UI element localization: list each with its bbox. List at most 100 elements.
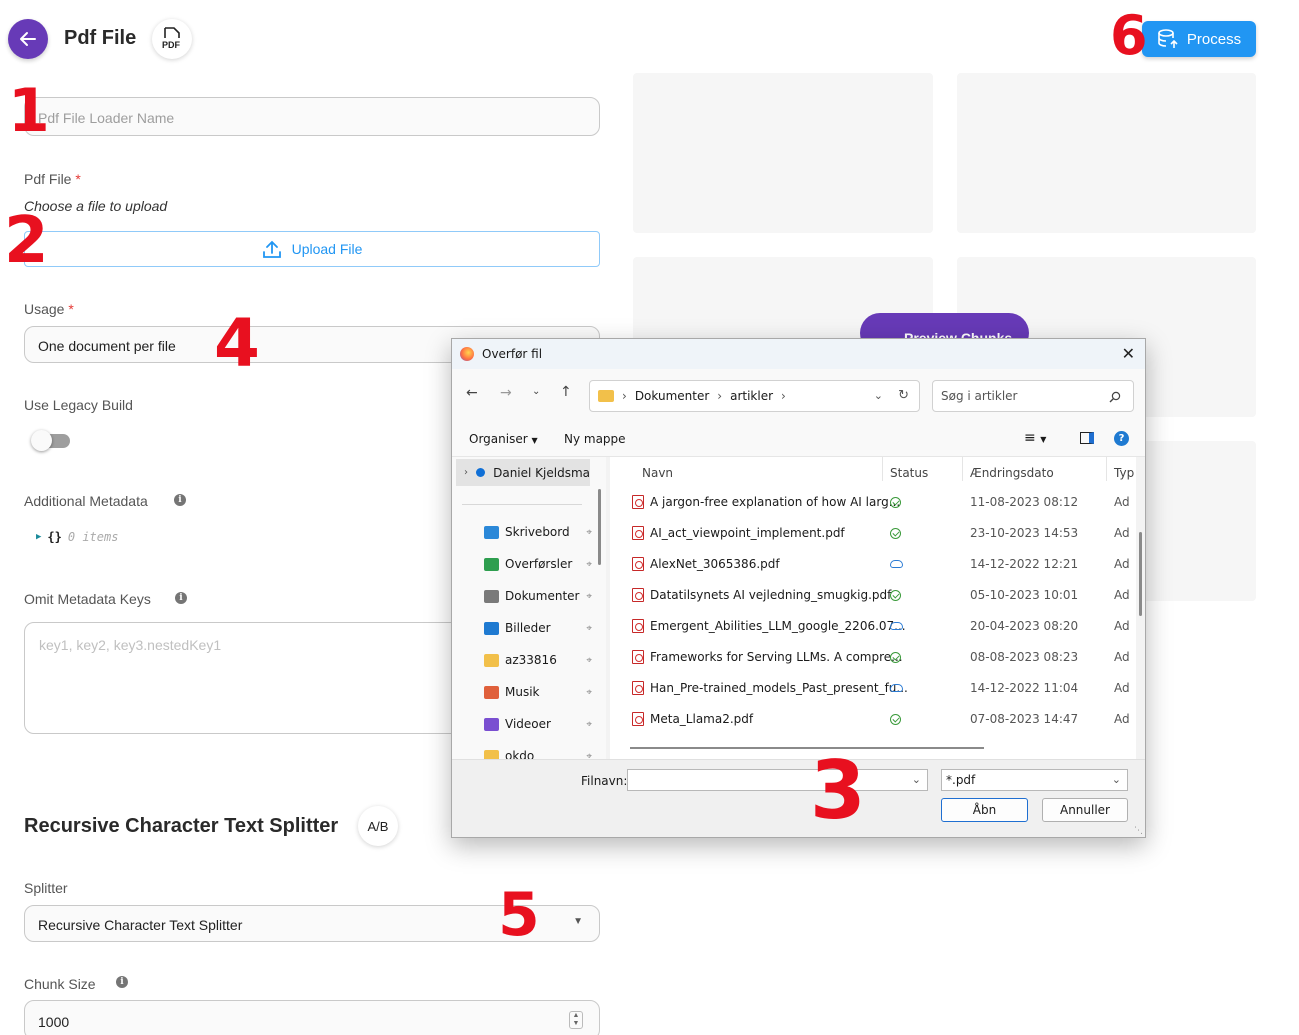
- pin-icon[interactable]: ⌖: [586, 687, 592, 698]
- number-stepper-icon[interactable]: ▲ ▼: [569, 1011, 583, 1029]
- upload-icon: [262, 240, 281, 258]
- file-row[interactable]: Emergent_Abilities_LLM_google_2206.07...…: [610, 611, 1136, 642]
- nav-up-icon[interactable]: ↑: [560, 384, 572, 400]
- expand-caret-icon[interactable]: ▶: [36, 532, 41, 542]
- pin-icon[interactable]: ⌖: [586, 751, 592, 760]
- file-name: Meta_Llama2.pdf: [650, 712, 754, 726]
- legacy-build-label: Use Legacy Build: [24, 397, 133, 413]
- dialog-bottom-bar: Filnavn: ⌄ *.pdf ⌄ Åbn Annuller ⋱: [452, 759, 1145, 837]
- nav-back-icon[interactable]: ←: [466, 385, 478, 401]
- back-button[interactable]: [8, 19, 48, 59]
- pin-icon[interactable]: ⌖: [586, 559, 592, 570]
- videos-icon: [484, 717, 499, 731]
- dropdown-caret-icon[interactable]: ▼: [573, 916, 583, 927]
- onedrive-icon: [476, 468, 486, 477]
- nav-root-item[interactable]: › Daniel Kjeldsma: [456, 459, 590, 486]
- metadata-json-viewer[interactable]: ▶ {} 0 items: [36, 530, 118, 544]
- page-title: Pdf File: [64, 27, 137, 49]
- nav-forward-icon[interactable]: →: [500, 385, 512, 401]
- cancel-button[interactable]: Annuller: [1042, 798, 1128, 822]
- upload-file-button[interactable]: Upload File: [24, 231, 600, 267]
- preview-skeleton-2: [957, 73, 1256, 233]
- info-icon[interactable]: i: [116, 976, 128, 988]
- column-type[interactable]: Typ: [1114, 461, 1134, 485]
- file-row[interactable]: Datatilsynets AI vejledning_smugkig.pdf 0…: [610, 580, 1136, 611]
- nav-item-videoer[interactable]: Videoer ⌖: [484, 717, 592, 731]
- music-icon: [484, 685, 499, 699]
- column-name[interactable]: Navn: [642, 461, 673, 485]
- file-type: Ad: [1114, 588, 1130, 602]
- nav-item-skrivebord[interactable]: Skrivebord ⌖: [484, 525, 592, 539]
- chunk-size-input[interactable]: 1000 ▲ ▼: [24, 1000, 600, 1035]
- file-type: Ad: [1114, 650, 1130, 664]
- omit-keys-placeholder: key1, key2, key3.nestedKey1: [39, 637, 222, 653]
- download-icon: [484, 557, 499, 571]
- breadcrumb-documents[interactable]: Dokumenter: [635, 389, 709, 403]
- synced-check-icon: [890, 714, 901, 725]
- column-status[interactable]: Status: [890, 461, 928, 485]
- file-row[interactable]: Frameworks for Serving LLMs. A compre...…: [610, 642, 1136, 673]
- close-icon[interactable]: ✕: [1122, 344, 1135, 363]
- filter-dropdown-icon[interactable]: ⌄: [1112, 773, 1121, 786]
- legacy-build-toggle-thumb[interactable]: [31, 430, 52, 451]
- breadcrumb-artikler[interactable]: artikler: [730, 389, 773, 403]
- file-date: 08-08-2023 08:23: [970, 650, 1079, 664]
- address-dropdown-icon[interactable]: ⌄: [874, 389, 883, 402]
- organize-menu[interactable]: Organiser ▼: [469, 432, 538, 446]
- nav-item-okdo[interactable]: okdo ⌖: [484, 749, 592, 759]
- column-date[interactable]: Ændringsdato: [970, 461, 1054, 485]
- nav-recent-icon[interactable]: ⌄: [532, 386, 540, 397]
- filename-input[interactable]: ⌄: [627, 769, 928, 791]
- nav-item-overførsler[interactable]: Overførsler ⌖: [484, 557, 592, 571]
- file-type: Ad: [1114, 712, 1130, 726]
- file-row[interactable]: AI_act_viewpoint_implement.pdf 23-10-2023…: [610, 518, 1136, 549]
- pin-icon[interactable]: ⌖: [586, 591, 592, 602]
- file-list-scrollbar[interactable]: [1136, 457, 1145, 759]
- dialog-nav-row: ← → ⌄ ↑ › Dokumenter › artikler › ⌄ ↻ Sø…: [452, 369, 1145, 421]
- file-row[interactable]: Meta_Llama2.pdf 07-08-2023 14:47 Ad: [610, 704, 1136, 735]
- pin-icon[interactable]: ⌖: [586, 719, 592, 730]
- info-icon[interactable]: i: [175, 592, 187, 604]
- usage-label: Usage *: [24, 301, 74, 317]
- file-row[interactable]: Han_Pre-trained_models_Past_present_fu..…: [610, 673, 1136, 704]
- file-type-filter[interactable]: *.pdf ⌄: [941, 769, 1128, 791]
- file-open-dialog[interactable]: Overfør fil ✕ ← → ⌄ ↑ › Dokumenter › art…: [451, 338, 1146, 838]
- address-bar[interactable]: › Dokumenter › artikler › ⌄ ↻: [589, 380, 920, 412]
- info-icon[interactable]: i: [174, 494, 186, 506]
- pin-icon[interactable]: ⌖: [586, 527, 592, 538]
- file-list: Navn ˆ Status Ændringsdato Typ A jargon-…: [610, 457, 1136, 759]
- search-input[interactable]: Søg i artikler: [932, 380, 1134, 412]
- preview-pane-icon[interactable]: [1080, 432, 1094, 444]
- loader-name-input[interactable]: Pdf File Loader Name: [24, 97, 600, 136]
- process-button[interactable]: Process: [1142, 21, 1256, 57]
- view-options-icon[interactable]: ≡ ▼: [1024, 430, 1046, 446]
- new-folder-button[interactable]: Ny mappe: [564, 432, 626, 446]
- nav-item-az33816[interactable]: az33816 ⌖: [484, 653, 592, 667]
- file-date: 05-10-2023 10:01: [970, 588, 1079, 602]
- pin-icon[interactable]: ⌖: [586, 623, 592, 634]
- nav-scrollbar[interactable]: [598, 489, 601, 565]
- annotation-number: 5: [498, 880, 540, 950]
- dialog-titlebar[interactable]: Overfør fil ✕: [452, 339, 1145, 369]
- folder-icon: [598, 390, 614, 402]
- annotation-number: 3: [810, 744, 866, 837]
- pin-icon[interactable]: ⌖: [586, 655, 592, 666]
- file-type: Ad: [1114, 526, 1130, 540]
- nav-item-dokumenter[interactable]: Dokumenter ⌖: [484, 589, 592, 603]
- chunk-size-value: 1000: [38, 1014, 70, 1030]
- filename-dropdown-icon[interactable]: ⌄: [912, 773, 921, 786]
- chevron-right-icon[interactable]: ›: [464, 467, 468, 478]
- nav-item-billeder[interactable]: Billeder ⌖: [484, 621, 592, 635]
- nav-item-musik[interactable]: Musik ⌖: [484, 685, 592, 699]
- refresh-icon[interactable]: ↻: [898, 388, 909, 403]
- help-icon[interactable]: ?: [1114, 431, 1129, 446]
- file-row[interactable]: AlexNet_3065386.pdf 14-12-2022 12:21 Ad: [610, 549, 1136, 580]
- open-button[interactable]: Åbn: [941, 798, 1028, 822]
- resize-grip-icon[interactable]: ⋱: [1134, 826, 1143, 836]
- horizontal-scrollbar[interactable]: [630, 747, 984, 749]
- file-date: 07-08-2023 14:47: [970, 712, 1079, 726]
- sort-ascending-icon: ˆ: [752, 457, 757, 464]
- file-row[interactable]: A jargon-free explanation of how AI larg…: [610, 487, 1136, 518]
- ab-split-icon: A/B: [358, 806, 398, 846]
- file-name: A jargon-free explanation of how AI larg…: [650, 495, 901, 509]
